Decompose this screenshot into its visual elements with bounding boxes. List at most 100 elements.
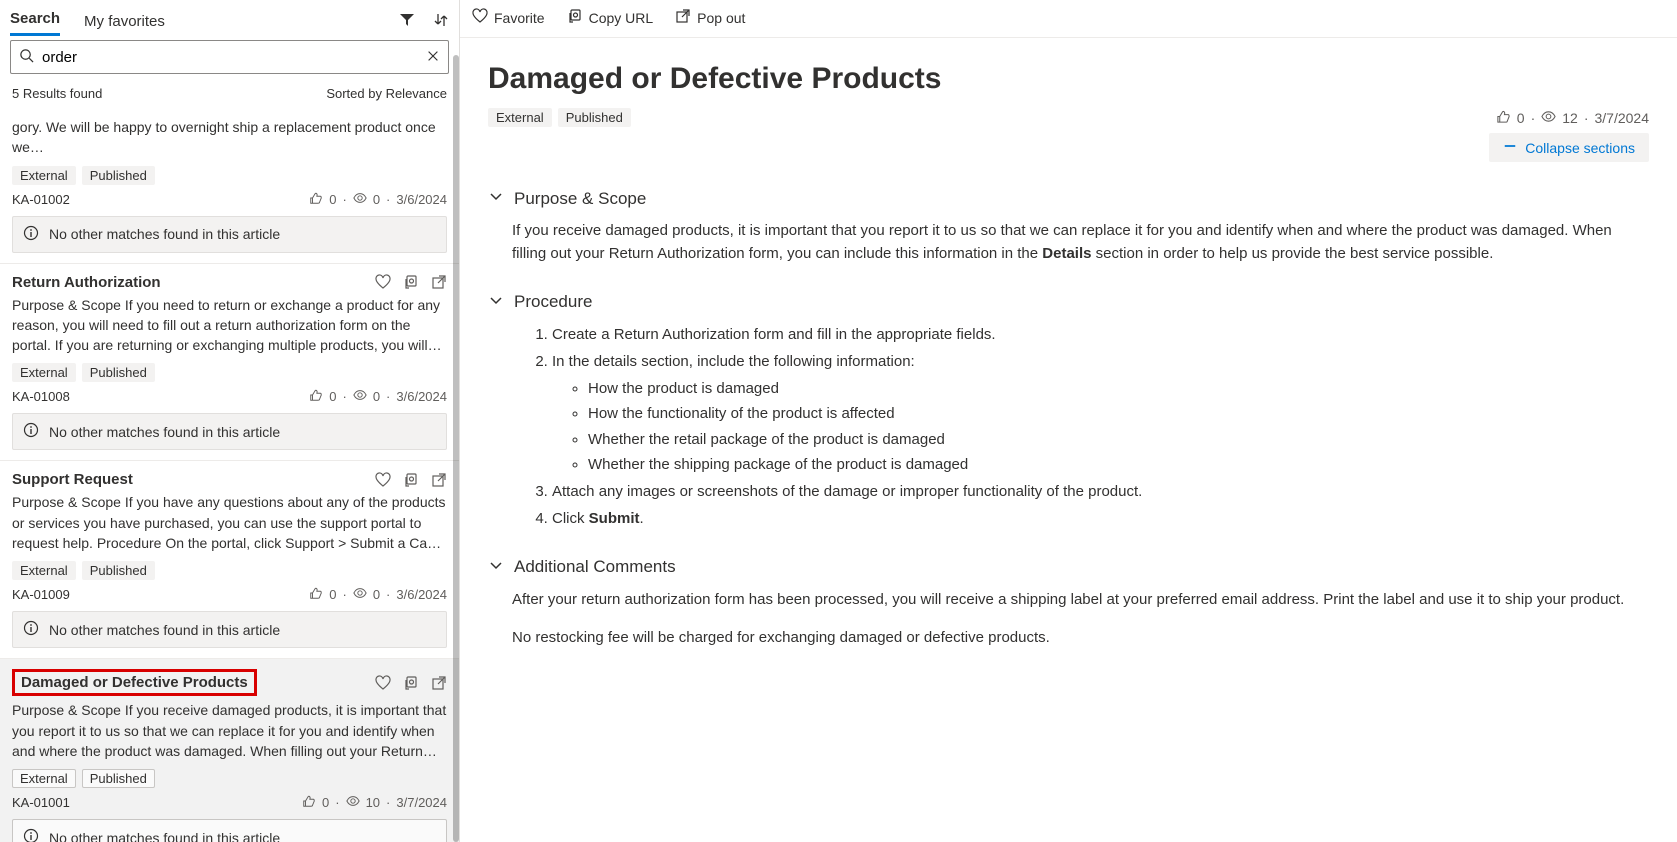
no-match-text: No other matches found in this article <box>49 622 280 638</box>
result-title: Return Authorization <box>12 274 161 291</box>
like-count: 0 <box>329 192 336 207</box>
badge-published: Published <box>82 561 155 580</box>
chevron-down-icon <box>488 188 504 209</box>
tabs-row: Search My favorites <box>0 0 459 36</box>
result-item[interactable]: Return Authorization Purpose & Scope If … <box>0 264 459 462</box>
info-icon <box>23 225 39 244</box>
badge-external: External <box>12 363 76 382</box>
eye-icon <box>353 586 367 603</box>
section-additional-body: After your return authorization form has… <box>512 588 1649 650</box>
link-icon[interactable] <box>403 675 419 691</box>
result-date: 3/6/2024 <box>396 587 447 602</box>
article-panel: Favorite Copy URL Pop out Damaged or Def… <box>460 0 1677 842</box>
link-icon[interactable] <box>403 472 419 488</box>
search-box[interactable] <box>10 40 449 74</box>
badge-external: External <box>12 769 76 788</box>
view-count: 0 <box>373 389 380 404</box>
section-procedure-header[interactable]: Procedure <box>488 292 1649 313</box>
proc-sub-3: Whether the retail package of the produc… <box>588 428 1649 451</box>
minus-icon <box>1503 139 1517 156</box>
tab-favorites[interactable]: My favorites <box>84 7 165 36</box>
badge-external: External <box>488 108 552 127</box>
no-match-bar: No other matches found in this article <box>12 216 447 253</box>
info-icon <box>23 828 39 842</box>
favorite-button[interactable]: Favorite <box>472 8 545 27</box>
sort-icon[interactable] <box>433 12 449 28</box>
clear-search-icon[interactable] <box>426 49 440 66</box>
badge-published: Published <box>558 108 631 127</box>
result-item[interactable]: Support Request Purpose & Scope If you h… <box>0 461 459 659</box>
badge-published: Published <box>82 166 155 185</box>
like-icon <box>1496 109 1511 127</box>
proc-sub-1: How the product is damaged <box>588 377 1649 400</box>
article-date: 3/7/2024 <box>1595 110 1650 126</box>
copy-url-button[interactable]: Copy URL <box>567 8 654 27</box>
search-panel: Search My favorites 5 Results found Sort… <box>0 0 460 842</box>
result-desc: Purpose & Scope If you need to return or… <box>12 295 447 356</box>
popout-icon[interactable] <box>431 472 447 488</box>
link-icon[interactable] <box>403 274 419 290</box>
collapse-sections-button[interactable]: Collapse sections <box>1489 133 1649 162</box>
article-title: Damaged or Defective Products <box>488 62 1649 96</box>
chevron-down-icon <box>488 557 504 578</box>
results-meta: 5 Results found Sorted by Relevance <box>0 80 459 107</box>
heart-icon <box>472 8 488 27</box>
result-date: 3/7/2024 <box>396 795 447 810</box>
tab-search[interactable]: Search <box>10 4 60 36</box>
badge-published: Published <box>82 363 155 382</box>
eye-icon <box>353 388 367 405</box>
like-icon <box>309 388 323 405</box>
proc-step-4: Click Submit. <box>552 507 1649 530</box>
eye-icon <box>353 191 367 208</box>
collapse-label: Collapse sections <box>1525 140 1635 156</box>
copy-url-label: Copy URL <box>589 10 654 26</box>
results-list[interactable]: gory. We will be happy to overnight ship… <box>0 107 459 842</box>
no-match-bar: No other matches found in this article <box>12 413 447 450</box>
like-icon <box>302 794 316 811</box>
like-count: 0 <box>329 389 336 404</box>
result-desc: gory. We will be happy to overnight ship… <box>12 117 447 158</box>
no-match-text: No other matches found in this article <box>49 830 280 842</box>
like-icon <box>309 191 323 208</box>
popout-icon[interactable] <box>431 675 447 691</box>
view-count: 10 <box>366 795 380 810</box>
section-additional-title: Additional Comments <box>514 557 676 577</box>
proc-step-3: Attach any images or screenshots of the … <box>552 480 1649 503</box>
section-purpose-header[interactable]: Purpose & Scope <box>488 188 1649 209</box>
section-additional-header[interactable]: Additional Comments <box>488 557 1649 578</box>
section-procedure-body: Create a Return Authorization form and f… <box>512 323 1649 531</box>
no-match-bar: No other matches found in this article <box>12 819 447 842</box>
like-icon <box>309 586 323 603</box>
result-desc: Purpose & Scope If you have any question… <box>12 492 447 553</box>
info-icon <box>23 620 39 639</box>
proc-step-2: In the details section, include the foll… <box>552 350 1649 476</box>
search-input[interactable] <box>40 48 426 67</box>
heart-icon[interactable] <box>375 472 391 488</box>
result-item[interactable]: Damaged or Defective Products Purpose & … <box>0 659 459 842</box>
no-match-bar: No other matches found in this article <box>12 611 447 648</box>
article-actions: Favorite Copy URL Pop out <box>460 0 1677 38</box>
filter-icon[interactable] <box>399 12 415 28</box>
view-count: 0 <box>373 192 380 207</box>
proc-sub-2: How the functionality of the product is … <box>588 402 1649 425</box>
result-id: KA-01009 <box>12 587 70 602</box>
pop-out-button[interactable]: Pop out <box>675 8 745 27</box>
result-date: 3/6/2024 <box>396 389 447 404</box>
section-procedure-title: Procedure <box>514 292 592 312</box>
like-count: 0 <box>329 587 336 602</box>
result-title: Support Request <box>12 471 133 488</box>
chevron-down-icon <box>488 292 504 313</box>
result-id: KA-01002 <box>12 192 70 207</box>
proc-step-1: Create a Return Authorization form and f… <box>552 323 1649 346</box>
result-id: KA-01001 <box>12 795 70 810</box>
heart-icon[interactable] <box>375 675 391 691</box>
eye-icon <box>1541 109 1556 127</box>
popout-icon[interactable] <box>431 274 447 290</box>
like-count: 0 <box>322 795 329 810</box>
result-desc: Purpose & Scope If you receive damaged p… <box>12 700 447 761</box>
result-item[interactable]: gory. We will be happy to overnight ship… <box>0 107 459 264</box>
search-icon <box>19 48 34 66</box>
link-icon <box>567 8 583 27</box>
heart-icon[interactable] <box>375 274 391 290</box>
scrollbar[interactable] <box>453 55 459 842</box>
